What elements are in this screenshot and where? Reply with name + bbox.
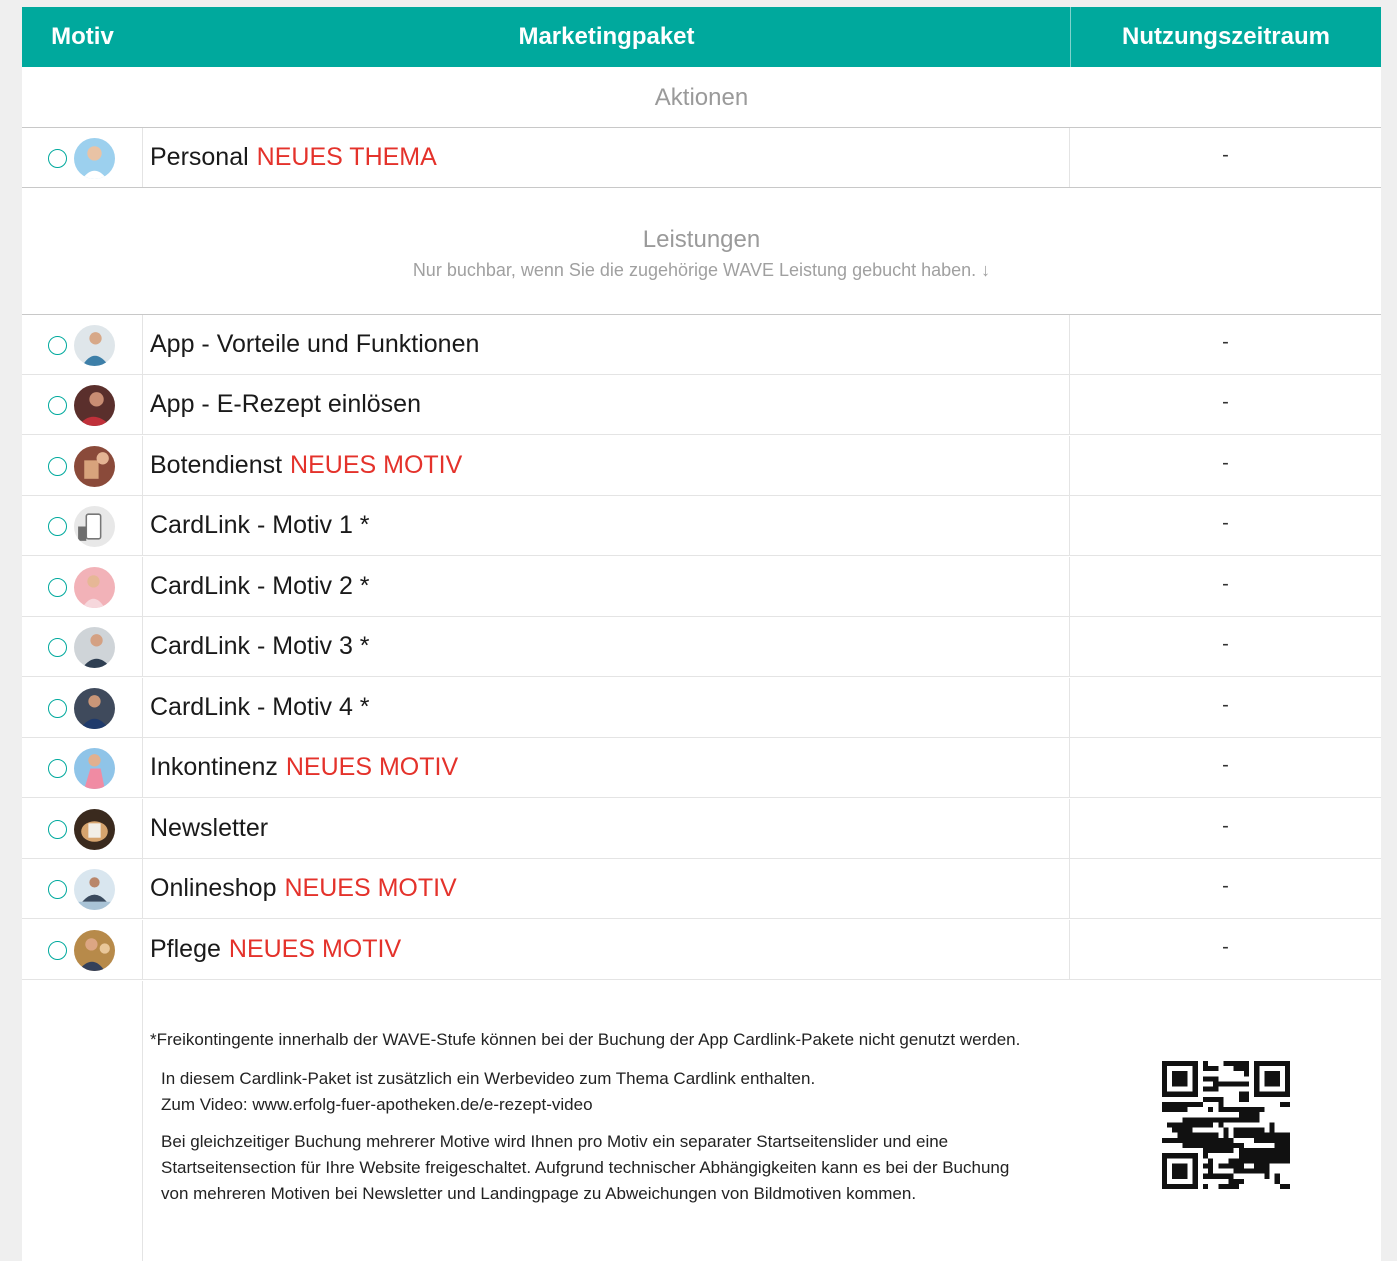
section-leistungen-title: Leistungen — [642, 226, 761, 253]
table-row: CardLink - Motiv 1 * - — [22, 496, 1381, 556]
select-radio[interactable] — [48, 941, 67, 960]
row-zeitraum: - — [1222, 875, 1229, 897]
select-radio[interactable] — [48, 638, 67, 657]
row-label: App - Vorteile und Funktionen — [150, 330, 480, 358]
section-aktionen: Aktionen — [22, 67, 1381, 128]
marketing-table: Motiv Marketingpaket Nutzungszeitraum Ak… — [22, 7, 1381, 1261]
motiv-thumbnail — [74, 506, 115, 547]
row-zeitraum: - — [1222, 144, 1229, 166]
select-radio[interactable] — [48, 699, 67, 718]
row-zeitraum: - — [1222, 936, 1229, 958]
motiv-thumbnail — [74, 688, 115, 729]
column-divider — [142, 981, 143, 1261]
row-zeitraum: - — [1222, 633, 1229, 655]
row-label: Inkontinenz — [150, 753, 278, 781]
select-radio[interactable] — [48, 578, 67, 597]
motiv-thumbnail — [74, 748, 115, 789]
row-zeitraum: - — [1222, 573, 1229, 595]
row-label: Newsletter — [150, 814, 269, 842]
row-label: Personal — [150, 143, 249, 171]
select-radio[interactable] — [48, 517, 67, 536]
video-link[interactable]: Zum Video: www.erfolg-fuer-apotheken.de/… — [161, 1092, 815, 1118]
select-radio[interactable] — [48, 880, 67, 899]
motiv-thumbnail — [74, 325, 115, 366]
row-label: Botendienst — [150, 451, 283, 479]
table-row: Inkontinenz NEUES MOTIV - — [22, 738, 1381, 798]
select-radio[interactable] — [48, 759, 67, 778]
motiv-thumbnail — [74, 930, 115, 971]
select-radio[interactable] — [48, 820, 67, 839]
note-mehrere-motive: Bei gleichzeitiger Buchung mehrerer Moti… — [161, 1132, 1010, 1203]
row-label: CardLink - Motiv 4 * — [150, 693, 370, 721]
row-tag: NEUES MOTIV — [290, 451, 463, 479]
row-label: CardLink - Motiv 1 * — [150, 511, 370, 539]
section-leistungen-subtitle: Nur buchbar, wenn Sie die zugehörige WAV… — [412, 260, 991, 280]
note-werbevideo-text: In diesem Cardlink-Paket ist zusätzlich … — [161, 1069, 816, 1088]
select-radio[interactable] — [48, 149, 67, 168]
row-zeitraum: - — [1222, 452, 1229, 474]
table-header: Motiv Marketingpaket Nutzungszeitraum — [22, 7, 1381, 67]
row-zeitraum: - — [1222, 694, 1229, 716]
select-radio[interactable] — [48, 457, 67, 476]
table-row: Botendienst NEUES MOTIV - — [22, 436, 1381, 496]
row-tag: NEUES MOTIV — [228, 935, 402, 963]
select-radio[interactable] — [48, 336, 67, 355]
motiv-thumbnail — [74, 809, 115, 850]
row-zeitraum: - — [1222, 331, 1229, 353]
note-werbevideo: In diesem Cardlink-Paket ist zusätzlich … — [161, 1066, 815, 1118]
row-tag: NEUES MOTIV — [284, 874, 457, 902]
row-tag: NEUES THEMA — [256, 143, 437, 171]
section-leistungen: Leistungen Nur buchbar, wenn Sie die zug… — [22, 188, 1381, 315]
table-row: Pflege NEUES MOTIV - — [22, 920, 1381, 980]
table-row: Newsletter - — [22, 799, 1381, 859]
table-row: App - Vorteile und Funktionen - — [22, 315, 1381, 375]
header-marketingpaket: Marketingpaket — [518, 23, 695, 50]
header-motiv: Motiv — [51, 23, 114, 50]
motiv-thumbnail — [74, 627, 115, 668]
row-zeitraum: - — [1222, 815, 1229, 837]
table-row: CardLink - Motiv 2 * - — [22, 557, 1381, 617]
row-label: CardLink - Motiv 2 * — [150, 572, 370, 600]
row-label: Onlineshop — [150, 874, 277, 902]
motiv-thumbnail — [74, 138, 115, 179]
row-zeitraum: - — [1222, 754, 1229, 776]
row-zeitraum: - — [1222, 391, 1229, 413]
table-row: CardLink - Motiv 4 * - — [22, 678, 1381, 738]
table-row: Onlineshop NEUES MOTIV - — [22, 859, 1381, 919]
row-label: Pflege — [150, 935, 221, 963]
row-label: CardLink - Motiv 3 * — [150, 632, 370, 660]
table-row: CardLink - Motiv 3 * - — [22, 617, 1381, 677]
motiv-thumbnail — [74, 385, 115, 426]
qr-code-icon[interactable] — [1162, 1061, 1290, 1189]
footer-notes: *Freikontingente innerhalb der WAVE-Stuf… — [22, 981, 1381, 1261]
row-label: App - E-Rezept einlösen — [150, 390, 421, 418]
footnote-freikontingente: *Freikontingente innerhalb der WAVE-Stuf… — [150, 1030, 1021, 1049]
row-tag: NEUES MOTIV — [285, 753, 459, 781]
row-zeitraum: - — [1222, 512, 1229, 534]
motiv-thumbnail — [74, 869, 115, 910]
motiv-thumbnail — [74, 567, 115, 608]
header-nutzungszeitraum: Nutzungszeitraum — [1070, 7, 1381, 67]
motiv-thumbnail — [74, 446, 115, 487]
table-row: Personal NEUES THEMA - — [22, 128, 1381, 188]
select-radio[interactable] — [48, 396, 67, 415]
table-row: App - E-Rezept einlösen - — [22, 375, 1381, 435]
